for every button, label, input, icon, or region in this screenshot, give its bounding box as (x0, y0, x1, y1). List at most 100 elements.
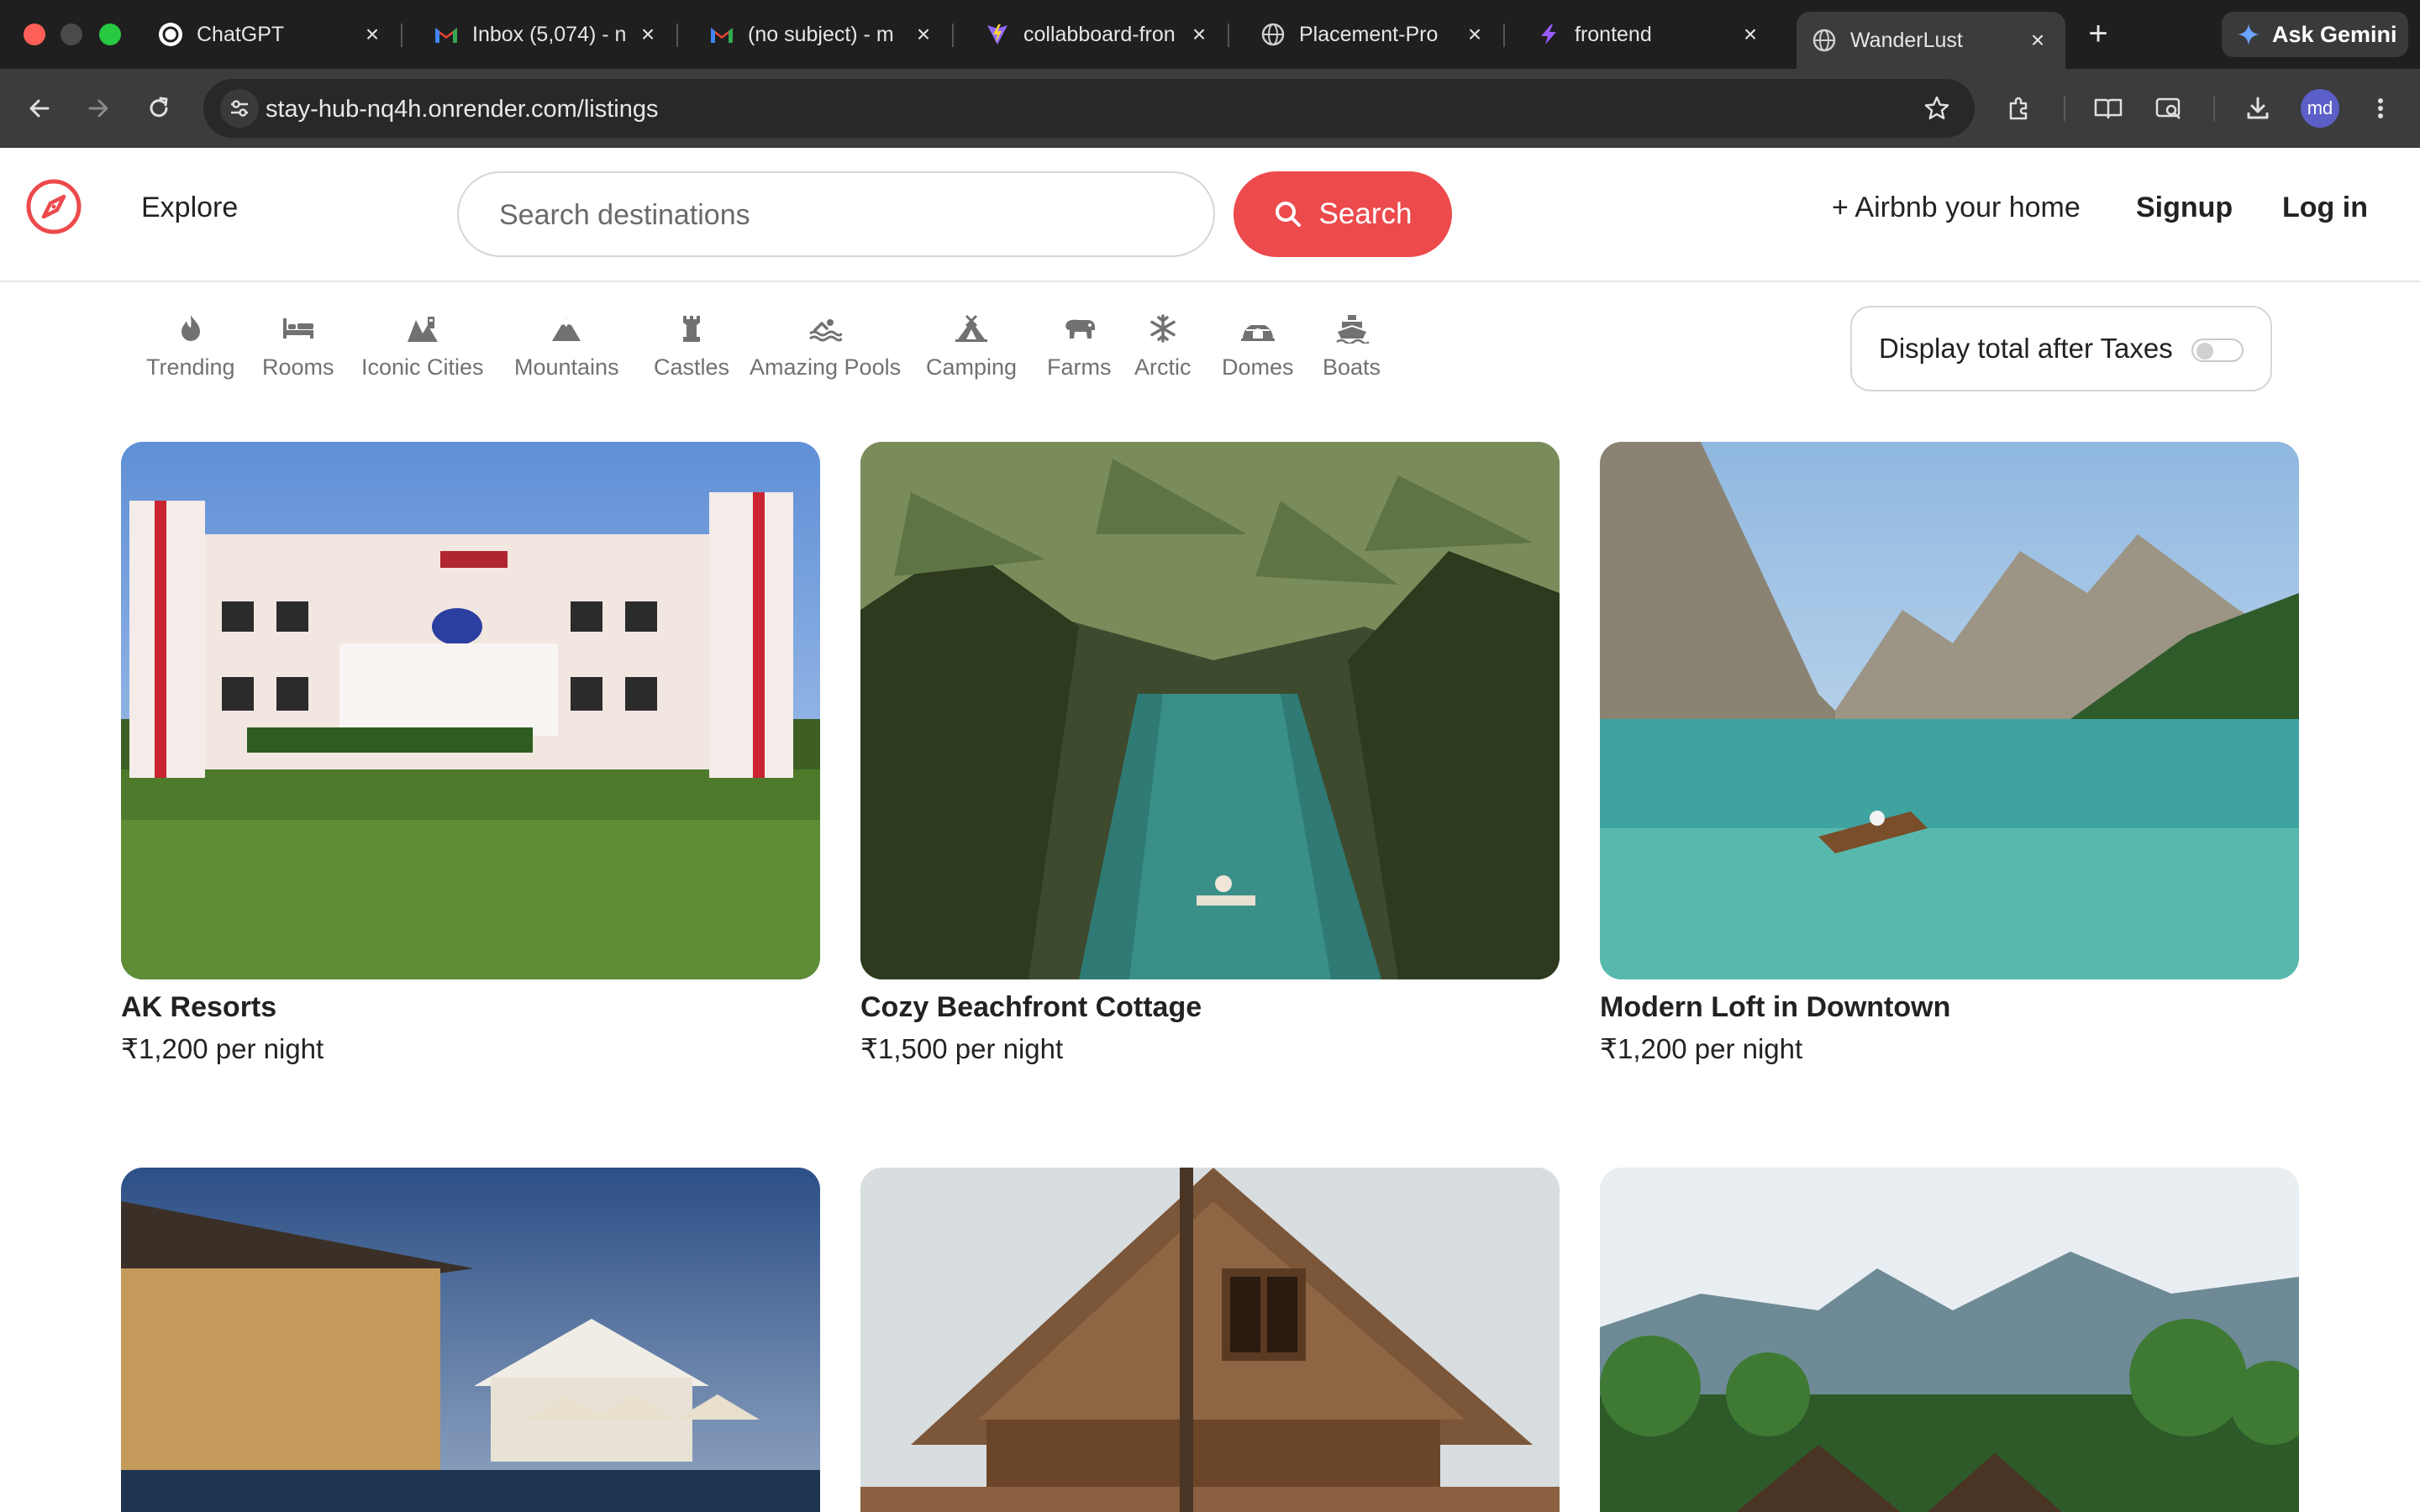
filter-farms[interactable]: Farms (1047, 311, 1112, 381)
bookmark-button[interactable] (1918, 89, 1956, 128)
campground-icon (954, 311, 989, 346)
listing-image[interactable] (1600, 1168, 2299, 1512)
snowflake-icon (1145, 311, 1181, 346)
browser-tab[interactable]: frontend × (1521, 12, 1778, 57)
filter-label: Rooms (262, 354, 334, 380)
search-field[interactable] (457, 171, 1215, 257)
filter-trending[interactable]: Trending (146, 311, 235, 381)
filter-label: Camping (926, 354, 1018, 380)
filter-boats[interactable]: Boats (1323, 311, 1381, 381)
filter-mountains[interactable]: Mountains (514, 311, 619, 381)
gemini-sparkle-icon (2238, 24, 2260, 45)
listing-card[interactable] (860, 1168, 1560, 1512)
search-tab-button[interactable] (2149, 89, 2188, 128)
extensions-button[interactable] (2000, 89, 2039, 128)
tax-toggle-switch[interactable] (2191, 339, 2244, 362)
filter-label: Iconic Cities (361, 354, 484, 380)
signup-link[interactable]: Signup (2136, 192, 2233, 224)
ask-gemini-label: Ask Gemini (2272, 21, 2397, 47)
reading-mode-button[interactable] (2089, 89, 2128, 128)
filter-rooms[interactable]: Rooms (262, 311, 334, 381)
tax-toggle-label: Display total after Taxes (1879, 333, 2173, 364)
profile-avatar[interactable]: md (2301, 89, 2339, 128)
search-tab-icon (2155, 97, 2181, 119)
browser-tab[interactable]: Inbox (5,074) - n × (418, 12, 678, 57)
listing-image[interactable] (860, 442, 1560, 979)
listing-card[interactable]: Modern Loft in Downtown ₹1,200 per night (1600, 442, 2299, 1065)
browser-tab[interactable]: (no subject) - m × (694, 12, 954, 57)
more-vertical-icon (2378, 98, 2383, 118)
listing-card[interactable]: AK Resorts ₹1,200 per night (121, 442, 820, 1065)
listing-image[interactable] (121, 1168, 820, 1512)
browser-tab-active[interactable]: WanderLust × (1797, 12, 2065, 69)
listing-card[interactable] (121, 1168, 820, 1512)
airbnb-your-home-link[interactable]: + Airbnb your home (1832, 192, 2081, 224)
listing-title[interactable]: Cozy Beachfront Cottage (860, 991, 1560, 1024)
city-icon (405, 311, 440, 346)
close-tab-icon[interactable]: × (1186, 22, 1212, 47)
browser-tab[interactable]: Placement-Pro × (1245, 12, 1505, 57)
minimize-window-button[interactable] (60, 24, 82, 45)
filter-amazing-pools[interactable]: Amazing Pools (750, 311, 901, 381)
close-tab-icon[interactable]: × (1462, 22, 1487, 47)
close-tab-icon[interactable]: × (1738, 22, 1763, 47)
downloads-button[interactable] (2238, 89, 2277, 128)
new-tab-button[interactable]: + (2081, 17, 2116, 52)
browser-toolbar: stay-hub-nq4h.onrender.com/listings md (0, 69, 2420, 148)
filter-label: Boats (1323, 354, 1381, 380)
reload-button[interactable] (139, 89, 178, 128)
close-tab-icon[interactable]: × (360, 22, 385, 47)
book-icon (2094, 98, 2123, 119)
close-tab-icon[interactable]: × (2025, 28, 2050, 53)
listing-price: ₹1,200 per night (121, 1033, 324, 1064)
listing-image[interactable] (121, 442, 820, 979)
castle-icon (674, 311, 709, 346)
search-button[interactable]: Search (1234, 171, 1452, 257)
browser-tab[interactable]: ChatGPT × (143, 12, 402, 57)
filter-castles[interactable]: Castles (654, 311, 729, 381)
filter-iconic-cities[interactable]: Iconic Cities (361, 311, 484, 381)
listing-image[interactable] (860, 1168, 1560, 1512)
listing-card[interactable] (1600, 1168, 2299, 1512)
forward-button[interactable] (79, 89, 118, 128)
globe-icon (1812, 28, 1837, 53)
address-bar[interactable]: stay-hub-nq4h.onrender.com/listings (203, 79, 1975, 138)
listing-title[interactable]: AK Resorts (121, 991, 820, 1024)
back-button[interactable] (20, 89, 59, 128)
browser-tab-bar: ChatGPT × Inbox (5,074) - n × (no subjec… (0, 0, 2420, 69)
tab-title: (no subject) - m (748, 22, 894, 46)
url-text[interactable]: stay-hub-nq4h.onrender.com/listings (266, 96, 658, 123)
filter-domes[interactable]: Domes (1222, 311, 1294, 381)
search-input[interactable] (499, 195, 1171, 235)
browser-menu-button[interactable] (2361, 89, 2400, 128)
listing-image[interactable] (1600, 442, 2299, 979)
listing-card[interactable]: Cozy Beachfront Cottage ₹1,500 per night (860, 442, 1560, 1065)
browser-tab[interactable]: collabboard-fron × (970, 12, 1229, 57)
filter-label: Farms (1047, 354, 1112, 380)
filter-label: Mountains (514, 354, 619, 380)
bolt-icon (1536, 22, 1561, 47)
fire-icon (173, 311, 208, 346)
site-info-button[interactable] (220, 89, 259, 128)
ask-gemini-button[interactable]: Ask Gemini (2222, 12, 2408, 57)
listing-title[interactable]: Modern Loft in Downtown (1600, 991, 2299, 1024)
bed-icon (281, 311, 316, 346)
login-link[interactable]: Log in (2282, 192, 2368, 224)
arrow-left-icon (29, 99, 50, 118)
filter-camping[interactable]: Camping (926, 311, 1017, 381)
puzzle-icon (2009, 97, 2028, 120)
compass-logo-icon[interactable] (25, 178, 82, 235)
mountain-icon (549, 311, 584, 346)
close-window-button[interactable] (24, 24, 45, 45)
explore-link[interactable]: Explore (141, 192, 238, 224)
tune-icon (231, 100, 248, 117)
search-icon (1275, 202, 1301, 227)
close-tab-icon[interactable]: × (635, 22, 660, 47)
maximize-window-button[interactable] (99, 24, 121, 45)
tab-title: Inbox (5,074) - n (472, 22, 627, 46)
filter-arctic[interactable]: Arctic (1134, 311, 1192, 381)
filter-label: Arctic (1134, 354, 1192, 380)
filter-label: Amazing Pools (750, 354, 902, 380)
close-tab-icon[interactable]: × (911, 22, 936, 47)
listing-price: ₹1,200 per night (1600, 1033, 1803, 1064)
